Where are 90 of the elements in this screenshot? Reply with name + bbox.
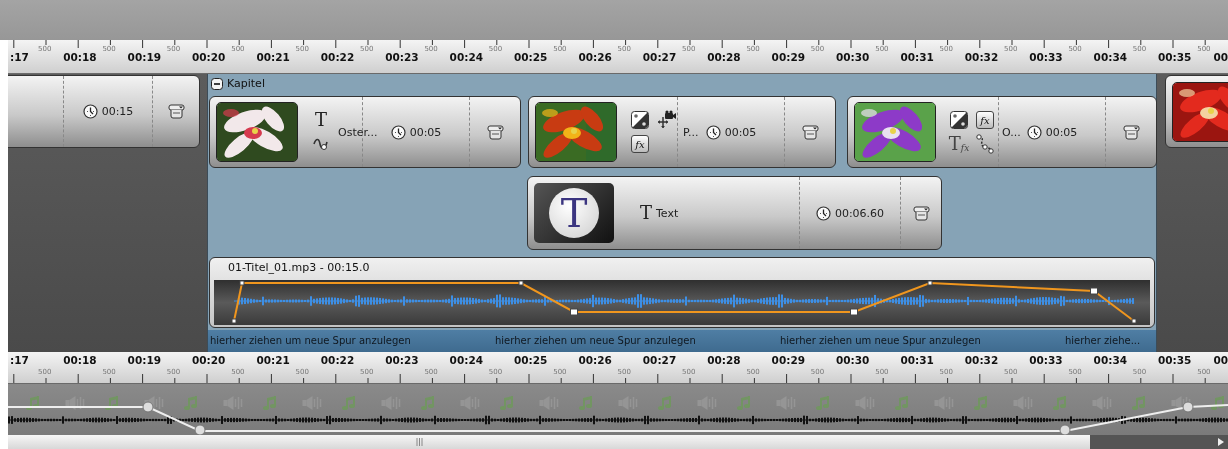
clip-title: O... [1002,125,1021,139]
time-label: 00:30 [836,354,870,366]
drop-hint: hierher ziehen um neue Spur anzulegen [779,334,982,348]
clip-title: Oster... [338,125,378,139]
text-icon[interactable]: T [640,204,652,222]
clip-card[interactable]: T Oster... 00:05 [209,96,521,168]
dropdown-box-icon[interactable] [912,204,930,222]
text-effect-icon[interactable]: Tfx [948,135,970,153]
time-label: 00:32 [964,51,999,63]
time-label: 00:30 [836,51,870,63]
clip-card[interactable]: 00:15 [8,75,200,148]
blend-icon[interactable] [631,111,649,129]
duration-label: 00:05 [724,125,757,139]
drop-zone[interactable]: hierher ziehen um neue Spur anzulegen hierher ziehen um neue Spur anzulegen hierher ziehen um neue Spur anzulegen hierher ziehe... [208,330,1156,352]
drop-hint: hierher ziehe... [1064,334,1141,348]
clock-icon [1026,124,1042,140]
time-label: 00:24 [449,51,484,63]
time-label: 00:31 [900,354,934,366]
time-label: 00 [1213,51,1228,63]
time-label: :17 [10,51,29,63]
time-label: 00:34 [1093,51,1128,63]
dropdown-box-icon[interactable] [486,123,504,141]
time-label: 00:28 [707,354,741,366]
squiggle-icon[interactable] [312,136,330,152]
clip-title: Text [656,206,679,220]
time-label: 00 [1213,354,1228,366]
time-label: 00:25 [514,354,548,366]
blend-icon[interactable] [950,111,968,129]
chapter-title: Kapitel [227,77,265,90]
time-label: 00:35 [1158,51,1192,63]
dropdown-box-icon[interactable] [801,123,819,141]
drop-hint: hierher ziehen um neue Spur anzulegen [209,334,412,348]
scrollbar-thumb[interactable] [8,435,1090,449]
clock-icon [705,124,721,140]
time-label: 00:23 [385,51,419,63]
effect-icon[interactable]: fx [631,135,649,153]
clock-icon [390,124,406,140]
time-label: 00:34 [1093,354,1128,366]
text-icon[interactable]: T [315,111,327,129]
time-label: 00:22 [320,354,355,366]
time-label: 00:33 [1029,354,1063,366]
time-label: 00:23 [385,354,419,366]
time-label: 00:27 [642,51,677,63]
time-label: 00:29 [771,51,806,63]
duration-label: 00:15 [101,105,134,118]
time-label: :17 [10,354,29,366]
camera-move-icon[interactable] [656,110,676,130]
clock-icon [82,104,98,119]
duration-label: 00:06.60 [834,206,885,220]
time-label: 00:26 [578,354,612,366]
time-label: 00:18 [63,354,97,366]
volume-envelope-drawing[interactable] [231,280,1137,324]
time-label: 00:27 [642,354,677,366]
time-label: 00:29 [771,354,806,366]
time-label: 00:24 [449,354,484,366]
time-label: 00:26 [578,51,612,63]
dropdown-box-icon[interactable] [1122,123,1140,141]
text-thumbnail: T [549,188,599,238]
dropdown-box-icon[interactable] [167,103,185,120]
time-label: 00:20 [192,51,226,63]
duration-label: 00:05 [409,125,442,139]
caret-icon [1218,438,1224,446]
time-label: 00:21 [256,51,290,63]
time-label: 00:32 [964,354,999,366]
time-label: 00:22 [320,51,355,63]
time-label: 00:28 [707,51,741,63]
time-label: 00:19 [127,51,162,63]
clip-card[interactable]: fx P... 00:05 [528,96,836,168]
clip-title: P... [683,125,699,139]
time-label: 00:35 [1158,354,1192,366]
time-label: 00:33 [1029,51,1063,63]
audio-clip-title: 01-Titel_01.mp3 - 00:15.0 [227,260,371,276]
clip-card[interactable]: T T Text 00:06.60 [527,176,942,250]
clip-card[interactable] [1165,75,1228,148]
grip-icon [415,438,423,446]
motion-path-icon[interactable] [975,134,995,154]
duration-label: 00:05 [1045,125,1078,139]
volume-line-drawing[interactable] [8,401,1228,435]
time-label: 00:19 [127,354,162,366]
drop-hint: hierher ziehen um neue Spur anzulegen [494,334,697,348]
time-label: 00:31 [900,51,934,63]
time-label: 00:18 [63,51,97,63]
time-label: 00:20 [192,354,226,366]
time-label: 00:25 [514,51,548,63]
clip-card[interactable]: Tfx fx O... 00:05 [847,96,1157,168]
collapse-icon[interactable] [211,77,223,90]
time-label: 00:21 [256,354,290,366]
effect-icon[interactable]: fx [976,111,994,129]
clock-icon [815,205,831,221]
audio-clip-card[interactable]: 01-Titel_01.mp3 - 00:15.0 [209,257,1155,328]
